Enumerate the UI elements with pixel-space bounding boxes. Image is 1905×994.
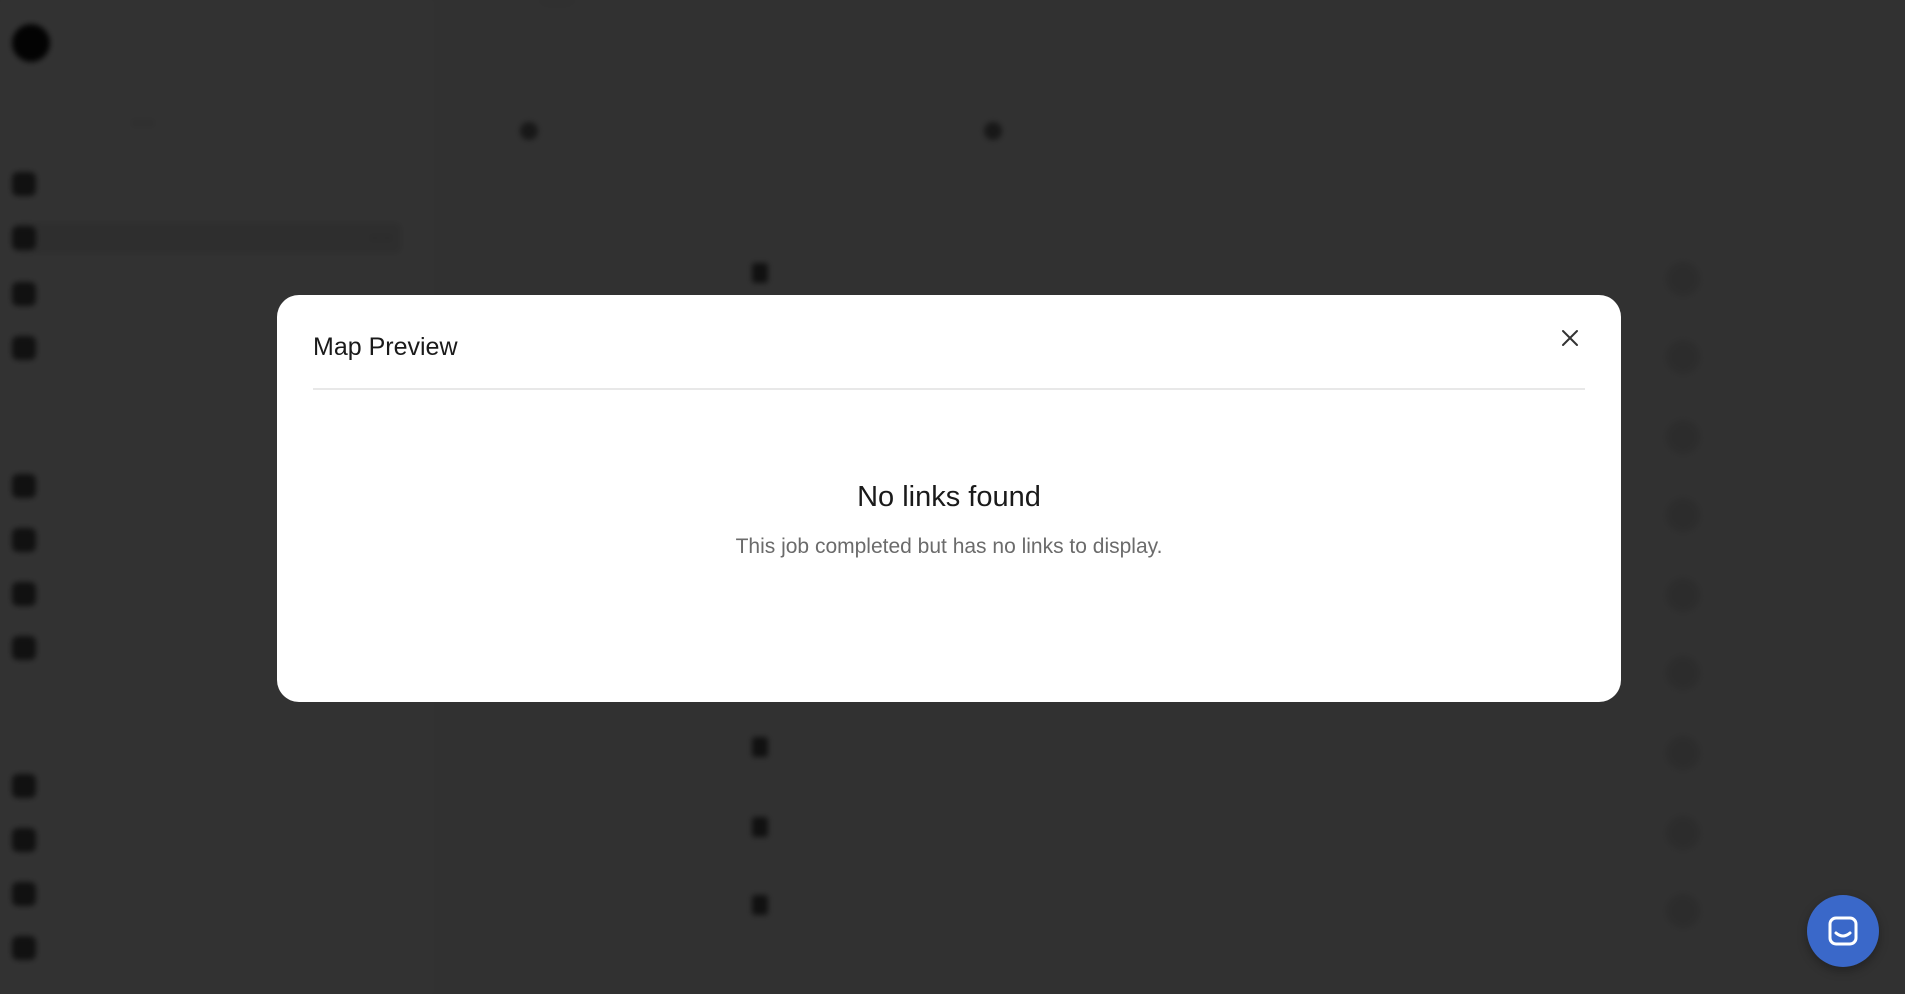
modal-divider xyxy=(313,388,1585,390)
modal-title: Map Preview xyxy=(313,333,458,361)
empty-state-description: This job completed but has no links to d… xyxy=(735,535,1163,558)
chat-button[interactable] xyxy=(1807,895,1879,967)
chat-icon xyxy=(1828,916,1858,946)
close-button[interactable] xyxy=(1555,323,1585,353)
map-preview-modal: Map Preview No links found This job comp… xyxy=(277,295,1621,702)
empty-state-title: No links found xyxy=(857,481,1041,513)
close-icon xyxy=(1562,330,1578,346)
